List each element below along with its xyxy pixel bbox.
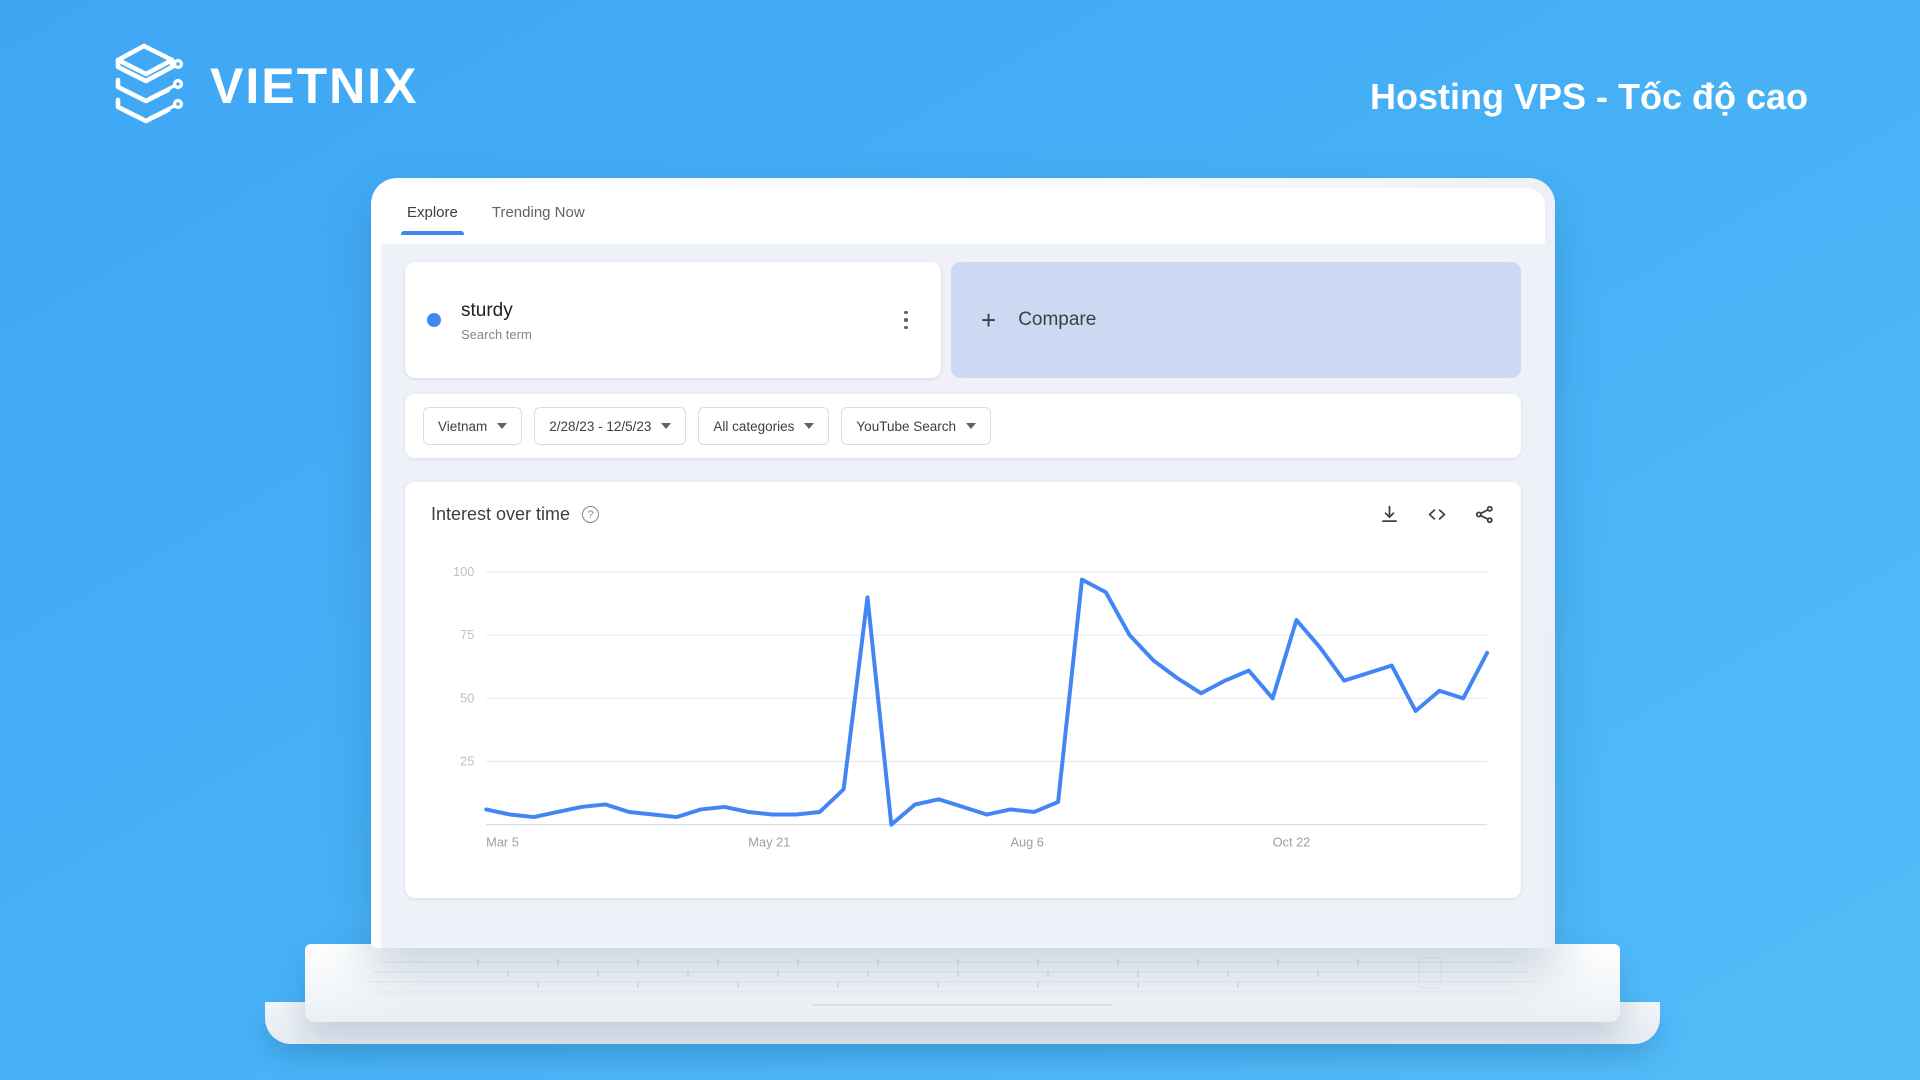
search-term-value: sturdy [461, 299, 513, 321]
filter-date-range[interactable]: 2/28/23 - 12/5/23 [534, 407, 687, 445]
app-tabbar: Explore Trending Now [381, 188, 1545, 244]
filter-search-type-label: YouTube Search [856, 418, 956, 434]
help-circle-icon[interactable]: ? [582, 506, 600, 523]
filter-bar: Vietnam 2/28/23 - 12/5/23 All categories… [405, 394, 1521, 458]
laptop-base [305, 944, 1620, 1022]
embed-code-icon[interactable] [1426, 504, 1448, 525]
svg-text:100: 100 [453, 564, 474, 579]
svg-text:50: 50 [460, 690, 474, 705]
more-vertical-icon[interactable] [893, 310, 919, 330]
chart-actions [1379, 504, 1495, 525]
search-term-type: Search term [461, 327, 532, 343]
interest-over-time-line-chart[interactable]: 25 50 75 100 Mar 5 May 21 Aug 6 Oct 22 [431, 533, 1495, 858]
plus-icon: + [981, 305, 997, 335]
filter-category-label: All categories [713, 418, 795, 434]
filter-location-label: Vietnam [438, 418, 488, 434]
chevron-down-icon [804, 423, 815, 429]
app-body: sturdy Search term + Compare Vietnam 2/2… [381, 244, 1545, 906]
svg-text:25: 25 [460, 753, 474, 768]
share-icon[interactable] [1474, 504, 1495, 525]
chart-header: Interest over time ? [431, 504, 1495, 525]
filter-category[interactable]: All categories [698, 407, 830, 445]
chevron-down-icon [966, 423, 976, 429]
svg-text:Aug 6: Aug 6 [1010, 834, 1043, 849]
svg-text:Oct 22: Oct 22 [1273, 834, 1311, 849]
compare-label: Compare [1018, 309, 1097, 330]
svg-text:Mar 5: Mar 5 [486, 834, 519, 849]
chevron-down-icon [497, 423, 508, 429]
filter-date-range-label: 2/28/23 - 12/5/23 [549, 418, 652, 434]
series-color-dot [427, 313, 441, 327]
filter-location[interactable]: Vietnam [423, 407, 523, 445]
svg-text:May 21: May 21 [748, 834, 790, 849]
chevron-down-icon [661, 423, 672, 429]
chart-title: Interest over time [431, 504, 571, 524]
tab-trending-now[interactable]: Trending Now [490, 204, 587, 235]
laptop-mockup: Explore Trending Now sturdy Search term [0, 0, 1920, 1080]
laptop-lid: Explore Trending Now sturdy Search term [371, 178, 1555, 948]
search-term-texts: sturdy Search term [461, 298, 893, 343]
filter-search-type[interactable]: YouTube Search [841, 407, 991, 445]
query-row: sturdy Search term + Compare [381, 244, 1545, 378]
laptop-screen: Explore Trending Now sturdy Search term [381, 188, 1545, 948]
interest-over-time-card: Interest over time ? 25 50 75 100 Mar 5 … [405, 482, 1521, 898]
keyboard-icon [369, 957, 1535, 993]
trackpad [812, 1004, 1113, 1006]
search-term-card[interactable]: sturdy Search term [405, 262, 941, 378]
chart-plot-area: 25 50 75 100 Mar 5 May 21 Aug 6 Oct 22 [431, 533, 1495, 888]
download-icon[interactable] [1379, 504, 1400, 525]
svg-text:75: 75 [460, 627, 474, 642]
compare-button[interactable]: + Compare [951, 262, 1521, 378]
tab-explore[interactable]: Explore [401, 204, 464, 235]
